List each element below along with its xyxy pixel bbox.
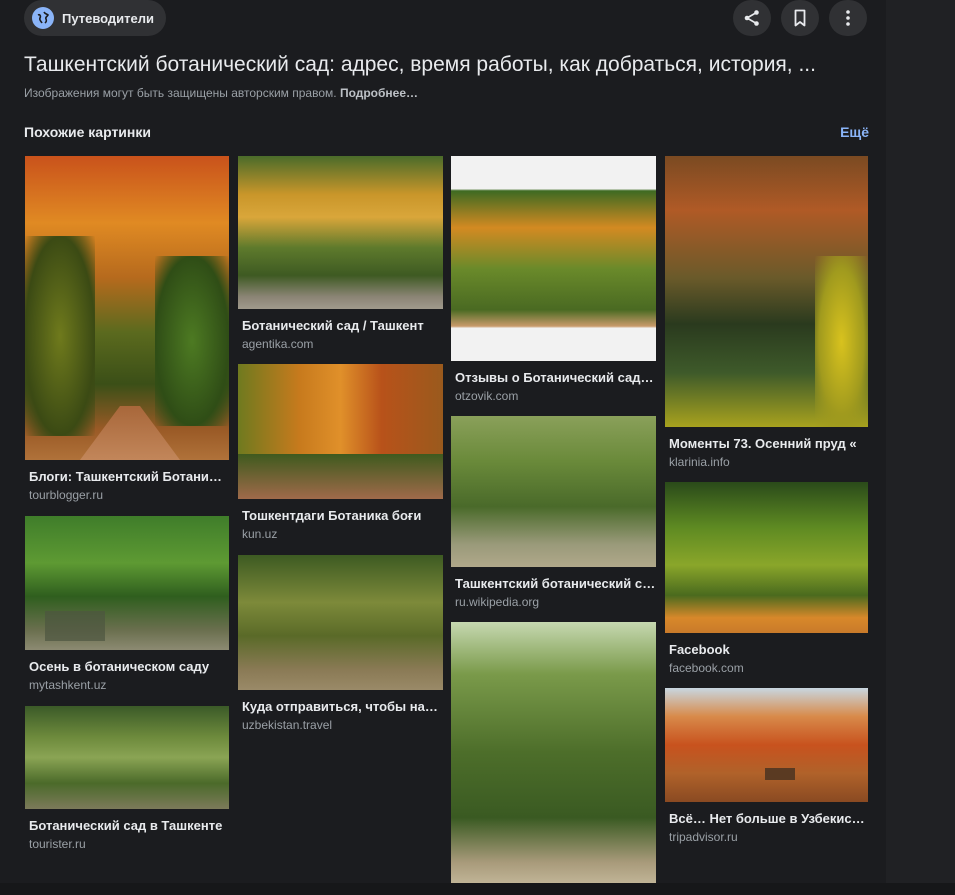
card-caption: Ташкентский ботанический сад xyxy=(455,576,656,591)
image-card[interactable]: Ботанический сад в Ташкенте tourister.ru xyxy=(25,706,229,851)
card-caption: Отзывы о Ботанический сад (Ташкент) xyxy=(455,370,656,385)
thumbnail-image xyxy=(451,416,656,567)
card-source: klarinia.info xyxy=(669,455,730,469)
thumbnail-image xyxy=(451,622,656,883)
image-card[interactable]: Facebook facebook.com xyxy=(665,482,868,675)
image-card[interactable]: Ботанический сад / Ташкент agentika.com xyxy=(238,156,443,351)
image-card[interactable]: Блоги: Ташкентский Ботанический сад tour… xyxy=(25,156,229,502)
image-card[interactable]: Всё… Нет больше в Узбекистане tripadviso… xyxy=(665,688,868,844)
thumbnail-image xyxy=(25,706,229,809)
share-button[interactable] xyxy=(733,0,771,36)
globe-icon xyxy=(32,7,54,29)
card-caption: Ботанический сад / Ташкент xyxy=(242,318,424,333)
card-source: tourister.ru xyxy=(29,837,86,851)
thumbnail-image xyxy=(451,156,656,361)
card-source: tourblogger.ru xyxy=(29,488,104,502)
thumbnail-image xyxy=(665,688,868,802)
page-title[interactable]: Ташкентский ботанический сад: адрес, вре… xyxy=(24,53,869,77)
image-card[interactable]: Куда отправиться, чтобы насладиться uzbe… xyxy=(238,555,443,732)
copyright-notice: Изображения могут быть защищены авторски… xyxy=(24,86,418,100)
bottom-strip xyxy=(0,883,955,895)
thumbnail-image xyxy=(25,516,229,650)
save-button[interactable] xyxy=(781,0,819,36)
card-source: kun.uz xyxy=(242,527,278,541)
thumbnail-image xyxy=(665,482,868,633)
thumbnail-image xyxy=(25,156,229,460)
thumbnail-image xyxy=(238,364,443,499)
card-caption: Тошкентдаги Ботаника боғи xyxy=(242,508,422,523)
image-card[interactable]: Осень в ботаническом саду mytashkent.uz xyxy=(25,516,229,692)
copyright-more-link[interactable]: Подробнее… xyxy=(340,86,418,100)
thumbnail-image xyxy=(665,156,868,427)
card-source: otzovik.com xyxy=(455,389,519,403)
copyright-text: Изображения могут быть защищены авторски… xyxy=(24,86,337,100)
card-source: uzbekistan.travel xyxy=(242,718,333,732)
card-caption: Моменты 73. Осенний пруд « xyxy=(669,436,857,451)
more-link[interactable]: Ещё xyxy=(840,124,869,140)
card-caption: Всё… Нет больше в Узбекистане xyxy=(669,811,868,826)
card-caption: Ботанический сад в Ташкенте xyxy=(29,818,223,833)
guides-chip[interactable]: Путеводители xyxy=(24,0,167,36)
card-source: mytashkent.uz xyxy=(29,678,107,692)
share-icon xyxy=(744,10,759,26)
thumbnail-image xyxy=(238,156,443,309)
guides-label: Путеводители xyxy=(62,10,155,26)
card-caption: Осень в ботаническом саду xyxy=(29,659,210,674)
card-caption: Блоги: Ташкентский Ботанический сад xyxy=(29,469,229,484)
more-vert-icon xyxy=(846,10,850,26)
thumbnail-image xyxy=(238,555,443,690)
card-source: tripadvisor.ru xyxy=(669,830,738,844)
image-card[interactable]: Ташкентский ботанический сад ru.wikipedi… xyxy=(451,416,656,609)
card-source: ru.wikipedia.org xyxy=(455,595,540,609)
bookmark-icon xyxy=(794,9,806,27)
similar-images-title: Похожие картинки xyxy=(24,124,151,140)
card-source: facebook.com xyxy=(669,661,744,675)
image-card[interactable]: Моменты 73. Осенний пруд « klarinia.info xyxy=(665,156,868,469)
image-card[interactable]: Тошкентдаги Ботаника боғи kun.uz xyxy=(238,364,443,541)
card-caption: Facebook xyxy=(669,642,730,657)
image-card[interactable] xyxy=(451,622,656,883)
card-caption: Куда отправиться, чтобы насладиться xyxy=(242,699,443,714)
image-card[interactable]: Отзывы о Ботанический сад (Ташкент) otzo… xyxy=(451,156,656,403)
more-options-button[interactable] xyxy=(829,0,867,36)
card-source: agentika.com xyxy=(242,337,314,351)
